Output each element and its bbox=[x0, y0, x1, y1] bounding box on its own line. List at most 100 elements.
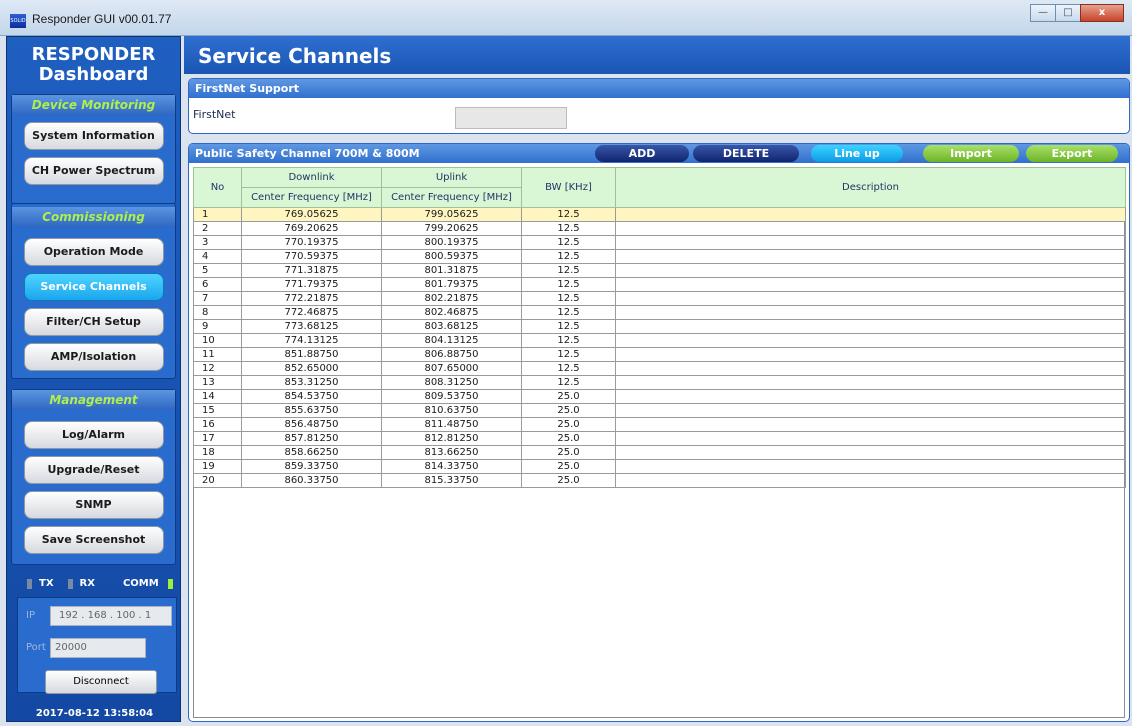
management-panel: Management Log/Alarm Upgrade/Reset SNMP … bbox=[11, 389, 176, 565]
commissioning-panel: Commissioning Operation Mode Service Cha… bbox=[11, 203, 176, 379]
cell-bw: 12.5 bbox=[521, 221, 616, 236]
sidebar-item-service-channels[interactable]: Service Channels bbox=[23, 273, 164, 301]
table-row[interactable]: 15 855.63750 810.63750 25.0 bbox=[193, 403, 1126, 418]
ip-input[interactable]: 192 . 168 . 100 . 1 bbox=[50, 606, 172, 626]
cell-downlink: 772.46875 bbox=[241, 305, 382, 320]
cell-description bbox=[615, 333, 1126, 348]
cell-description bbox=[615, 291, 1126, 306]
cell-downlink: 854.53750 bbox=[241, 389, 382, 404]
sidebar-item-upgrade-reset[interactable]: Upgrade/Reset bbox=[23, 456, 164, 484]
sidebar-item-system-information[interactable]: System Information bbox=[23, 122, 164, 150]
page-title: Service Channels bbox=[184, 36, 1130, 74]
table-row[interactable]: 2 769.20625 799.20625 12.5 bbox=[193, 221, 1126, 236]
cell-description bbox=[615, 347, 1126, 362]
sidebar-item-log-alarm[interactable]: Log/Alarm bbox=[23, 421, 164, 449]
port-input[interactable]: 20000 bbox=[50, 638, 146, 658]
cell-bw: 25.0 bbox=[521, 473, 616, 488]
add-button[interactable]: ADD bbox=[595, 145, 689, 162]
table-row[interactable]: 6 771.79375 801.79375 12.5 bbox=[193, 277, 1126, 292]
table-row[interactable]: 16 856.48750 811.48750 25.0 bbox=[193, 417, 1126, 432]
table-row[interactable]: 9 773.68125 803.68125 12.5 bbox=[193, 319, 1126, 334]
table-row[interactable]: 19 859.33750 814.33750 25.0 bbox=[193, 459, 1126, 474]
table-row[interactable]: 1 769.05625 799.05625 12.5 bbox=[193, 207, 1126, 222]
cell-description bbox=[615, 375, 1126, 390]
cell-no: 13 bbox=[193, 375, 242, 390]
sidebar-item-filter-ch-setup[interactable]: Filter/CH Setup bbox=[23, 308, 164, 336]
sidebar-item-amp-isolation[interactable]: AMP/Isolation bbox=[23, 343, 164, 371]
cell-description bbox=[615, 389, 1126, 404]
table-row[interactable]: 17 857.81250 812.81250 25.0 bbox=[193, 431, 1126, 446]
table-row[interactable]: 18 858.66250 813.66250 25.0 bbox=[193, 445, 1126, 460]
cell-uplink: 811.48750 bbox=[381, 417, 522, 432]
cell-description bbox=[615, 207, 1126, 222]
table-row[interactable]: 20 860.33750 815.33750 25.0 bbox=[193, 473, 1126, 488]
firstnet-header: FirstNet Support bbox=[189, 79, 1129, 98]
cell-downlink: 857.81250 bbox=[241, 431, 382, 446]
cell-no: 18 bbox=[193, 445, 242, 460]
col-no-header: No bbox=[193, 167, 242, 208]
cell-description bbox=[615, 431, 1126, 446]
table-row[interactable]: 12 852.65000 807.65000 12.5 bbox=[193, 361, 1126, 376]
cell-uplink: 799.20625 bbox=[381, 221, 522, 236]
lineup-button[interactable]: Line up bbox=[811, 145, 903, 162]
cell-description bbox=[615, 221, 1126, 236]
cell-bw: 25.0 bbox=[521, 431, 616, 446]
rx-led-icon bbox=[67, 578, 73, 589]
cell-bw: 12.5 bbox=[521, 277, 616, 292]
sidebar-item-save-screenshot[interactable]: Save Screenshot bbox=[23, 526, 164, 554]
cell-bw: 25.0 bbox=[521, 417, 616, 432]
cell-bw: 12.5 bbox=[521, 319, 616, 334]
cell-bw: 12.5 bbox=[521, 207, 616, 222]
comm-label: COMM bbox=[122, 578, 159, 589]
cell-uplink: 814.33750 bbox=[381, 459, 522, 474]
cell-no: 10 bbox=[193, 333, 242, 348]
cell-bw: 12.5 bbox=[521, 305, 616, 320]
sidebar-title-line1: RESPONDER bbox=[31, 44, 156, 65]
table-row[interactable]: 5 771.31875 801.31875 12.5 bbox=[193, 263, 1126, 278]
status-timestamp: 2017-08-12 13:58:04 bbox=[35, 708, 154, 719]
delete-button[interactable]: DELETE bbox=[693, 145, 799, 162]
table-row[interactable]: 7 772.21875 802.21875 12.5 bbox=[193, 291, 1126, 306]
cell-uplink: 802.46875 bbox=[381, 305, 522, 320]
firstnet-value-field[interactable] bbox=[455, 107, 567, 129]
table-row[interactable]: 3 770.19375 800.19375 12.5 bbox=[193, 235, 1126, 250]
cell-downlink: 771.79375 bbox=[241, 277, 382, 292]
table-row[interactable]: 14 854.53750 809.53750 25.0 bbox=[193, 389, 1126, 404]
cell-uplink: 802.21875 bbox=[381, 291, 522, 306]
cell-description bbox=[615, 235, 1126, 250]
cell-no: 11 bbox=[193, 347, 242, 362]
ip-label: IP bbox=[26, 610, 35, 621]
cell-no: 4 bbox=[193, 249, 242, 264]
cell-description bbox=[615, 277, 1126, 292]
sidebar-item-operation-mode[interactable]: Operation Mode bbox=[23, 238, 164, 266]
close-icon[interactable]: x bbox=[1080, 4, 1124, 22]
col-downlink-header: Downlink bbox=[241, 167, 382, 188]
table-row[interactable]: 13 853.31250 808.31250 12.5 bbox=[193, 375, 1126, 390]
sidebar: RESPONDER Dashboard Device Monitoring Sy… bbox=[6, 36, 181, 722]
table-row[interactable]: 11 851.88750 806.88750 12.5 bbox=[193, 347, 1126, 362]
section-heading: Commissioning bbox=[12, 207, 175, 227]
cell-bw: 12.5 bbox=[521, 263, 616, 278]
maximize-icon[interactable]: □ bbox=[1055, 4, 1081, 22]
table-row[interactable]: 4 770.59375 800.59375 12.5 bbox=[193, 249, 1126, 264]
sidebar-item-snmp[interactable]: SNMP bbox=[23, 491, 164, 519]
cell-uplink: 812.81250 bbox=[381, 431, 522, 446]
section-heading: Device Monitoring bbox=[12, 95, 175, 115]
cell-downlink: 773.68125 bbox=[241, 319, 382, 334]
cell-description bbox=[615, 417, 1126, 432]
export-button[interactable]: Export bbox=[1026, 145, 1118, 162]
table-row[interactable]: 10 774.13125 804.13125 12.5 bbox=[193, 333, 1126, 348]
disconnect-button[interactable]: Disconnect bbox=[45, 670, 157, 694]
minimize-icon[interactable]: — bbox=[1030, 4, 1056, 22]
cell-no: 9 bbox=[193, 319, 242, 334]
table-row[interactable]: 8 772.46875 802.46875 12.5 bbox=[193, 305, 1126, 320]
sidebar-item-ch-power-spectrum[interactable]: CH Power Spectrum bbox=[23, 157, 164, 185]
cell-no: 20 bbox=[193, 473, 242, 488]
window-titlebar: SOLiD Responder GUI v00.01.77 — □ x bbox=[0, 0, 1132, 36]
cell-description bbox=[615, 249, 1126, 264]
cell-no: 15 bbox=[193, 403, 242, 418]
cell-downlink: 851.88750 bbox=[241, 347, 382, 362]
cell-uplink: 803.68125 bbox=[381, 319, 522, 334]
cell-downlink: 852.65000 bbox=[241, 361, 382, 376]
import-button[interactable]: Import bbox=[923, 145, 1019, 162]
